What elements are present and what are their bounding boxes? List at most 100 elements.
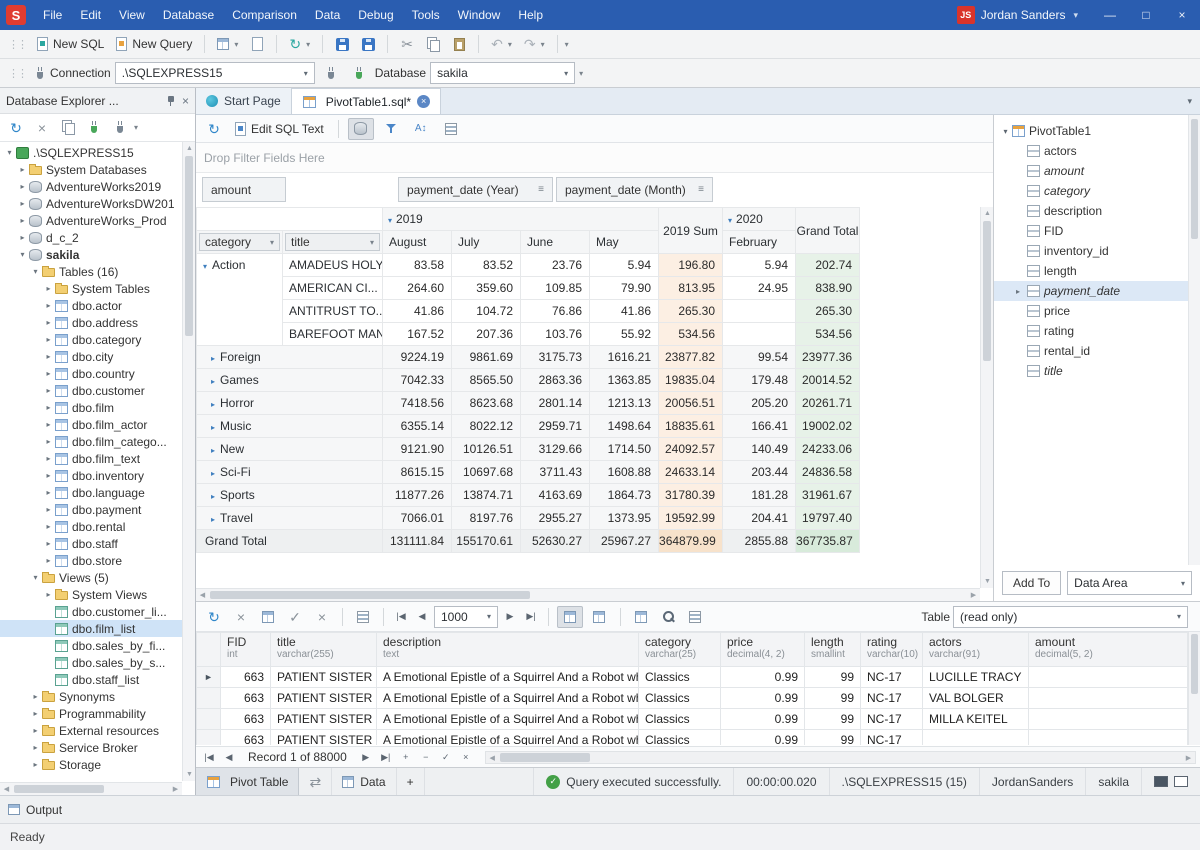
- menu-data[interactable]: Data: [306, 0, 349, 30]
- chevron-down-icon[interactable]: ▾: [4, 148, 15, 157]
- explorer-item[interactable]: ▸AdventureWorks2019: [0, 178, 182, 195]
- chevron-right-icon[interactable]: ▸: [30, 692, 41, 701]
- cancel-edit-button[interactable]: ×: [457, 752, 475, 762]
- pivot-value-cell[interactable]: 1714.50: [590, 438, 659, 461]
- duplicate-button[interactable]: [56, 116, 80, 140]
- grid-horizontal-scrollbar[interactable]: ◀ ▶: [485, 751, 1196, 764]
- disconnect-button[interactable]: [319, 61, 343, 85]
- chevron-right-icon[interactable]: ▸: [1016, 287, 1026, 296]
- chevron-right-icon[interactable]: ▸: [17, 182, 28, 191]
- filter-chevron-icon[interactable]: ▾: [270, 238, 274, 247]
- explorer-horizontal-scrollbar[interactable]: ◀ ▶: [0, 782, 182, 795]
- new-connection-button[interactable]: [82, 116, 106, 140]
- pivot-value-cell[interactable]: 76.86: [521, 300, 590, 323]
- explorer-item[interactable]: ▸dbo.actor: [0, 297, 182, 314]
- explorer-item[interactable]: dbo.film_list: [0, 620, 182, 637]
- grid-column-header[interactable]: amountdecimal(5, 2): [1029, 633, 1188, 667]
- grid-cell-amount[interactable]: [1029, 730, 1188, 746]
- pivot-value-cell[interactable]: 24.95: [723, 277, 796, 300]
- pivot-value-cell[interactable]: 359.60: [452, 277, 521, 300]
- chevron-right-icon[interactable]: ▸: [211, 400, 215, 409]
- pivot-value-cell[interactable]: 1864.73: [590, 484, 659, 507]
- chevron-right-icon[interactable]: ▸: [30, 760, 41, 769]
- menu-debug[interactable]: Debug: [349, 0, 402, 30]
- tab-pivottable1[interactable]: PivotTable1.sql* ×: [292, 88, 441, 114]
- grid-cell-length[interactable]: 99: [805, 667, 861, 688]
- pivot-value-cell[interactable]: 2863.36: [521, 369, 590, 392]
- pivot-total-cell[interactable]: 20014.52: [796, 369, 860, 392]
- pivot-total-cell[interactable]: 24233.06: [796, 438, 860, 461]
- pivot-value-cell[interactable]: 11877.26: [383, 484, 452, 507]
- field-root-item[interactable]: ▾ PivotTable1: [994, 121, 1188, 141]
- next-record-button[interactable]: ▶: [357, 752, 375, 763]
- grid-cell-length[interactable]: 99: [805, 730, 861, 746]
- post-edit-button[interactable]: ✓: [437, 752, 455, 763]
- pivot-sum-cell[interactable]: 19592.99: [659, 507, 723, 530]
- explorer-item[interactable]: ▸System Views: [0, 586, 182, 603]
- pivot-value-cell[interactable]: 205.20: [723, 392, 796, 415]
- chevron-right-icon[interactable]: ▸: [43, 556, 54, 565]
- report-toggle-button[interactable]: [438, 118, 464, 140]
- pivot-title-cell[interactable]: BAREFOOT MAN...: [283, 323, 383, 346]
- refresh-button[interactable]: ↻: [4, 116, 28, 140]
- grid-cell-fid[interactable]: 663: [221, 709, 271, 730]
- area-dropdown[interactable]: Data Area▾: [1067, 571, 1192, 595]
- grid-vertical-scrollbar[interactable]: [1188, 632, 1200, 745]
- explorer-item[interactable]: ▸AdventureWorks_Prod: [0, 212, 182, 229]
- field-item[interactable]: FID: [994, 221, 1188, 241]
- row-indicator-cell[interactable]: [197, 730, 221, 746]
- field-item[interactable]: rating: [994, 321, 1188, 341]
- pivot-value-cell[interactable]: 5.94: [590, 254, 659, 277]
- chevron-right-icon[interactable]: ▸: [30, 709, 41, 718]
- explorer-item[interactable]: ▸dbo.city: [0, 348, 182, 365]
- grid-cell-actors[interactable]: VAL BOLGER: [923, 688, 1029, 709]
- explorer-item[interactable]: ▸dbo.store: [0, 552, 182, 569]
- export-button[interactable]: [683, 605, 707, 629]
- pivot-grand-total-header[interactable]: Grand Total: [796, 208, 860, 254]
- title-field-chip[interactable]: title▾: [285, 233, 380, 251]
- grid-cell-actors[interactable]: LUCILLE TRACY: [923, 667, 1029, 688]
- pivot-value-cell[interactable]: 155170.61: [452, 530, 521, 553]
- chevron-right-icon[interactable]: ▸: [17, 216, 28, 225]
- paging-button[interactable]: [629, 605, 653, 629]
- grid-column-header[interactable]: FIDint: [221, 633, 271, 667]
- grid-cell-description[interactable]: A Emotional Epistle of a Squirrel And a …: [377, 688, 639, 709]
- explorer-item[interactable]: ▾Views (5): [0, 569, 182, 586]
- pivot-total-cell[interactable]: 31961.67: [796, 484, 860, 507]
- page-size-select[interactable]: 1000▾: [434, 606, 498, 628]
- sort-icon[interactable]: ≡: [698, 184, 704, 195]
- refresh-pivot-button[interactable]: ↻: [202, 117, 226, 141]
- explorer-item[interactable]: dbo.customer_li...: [0, 603, 182, 620]
- pivot-value-cell[interactable]: [723, 323, 796, 346]
- menu-comparison[interactable]: Comparison: [223, 0, 306, 30]
- chevron-right-icon[interactable]: ▸: [211, 377, 215, 386]
- chevron-down-icon[interactable]: ▾: [17, 250, 28, 259]
- chevron-down-icon[interactable]: ▾: [30, 267, 41, 276]
- pivot-group-cell[interactable]: ▸Sports: [197, 484, 383, 507]
- pivot-group-cell[interactable]: ▸Horror: [197, 392, 383, 415]
- pivot-value-cell[interactable]: 140.49: [723, 438, 796, 461]
- category-field-chip[interactable]: category▾: [199, 233, 280, 251]
- last-record-button[interactable]: ▶|: [377, 752, 395, 763]
- save-all-button[interactable]: [356, 32, 380, 56]
- pivot-category-cell[interactable]: ▾Action: [197, 254, 283, 346]
- chevron-right-icon[interactable]: ▸: [211, 446, 215, 455]
- pivot-value-cell[interactable]: 104.72: [452, 300, 521, 323]
- grid-cell-category[interactable]: Classics: [639, 667, 721, 688]
- pivot-total-cell[interactable]: 367735.87: [796, 530, 860, 553]
- menu-view[interactable]: View: [110, 0, 154, 30]
- pivot-group-cell[interactable]: ▸Music: [197, 415, 383, 438]
- pivot-sum-cell[interactable]: 534.56: [659, 323, 723, 346]
- menu-tools[interactable]: Tools: [403, 0, 449, 30]
- grid-cell-rating[interactable]: NC-17: [861, 730, 923, 746]
- grid-column-header[interactable]: categoryvarchar(25): [639, 633, 721, 667]
- first-record-button[interactable]: |◀: [200, 752, 218, 763]
- append-record-button[interactable]: +: [397, 752, 415, 762]
- split-view-button[interactable]: [586, 606, 612, 628]
- chevron-right-icon[interactable]: ▸: [43, 488, 54, 497]
- explorer-item[interactable]: ▸dbo.category: [0, 331, 182, 348]
- pivot-value-cell[interactable]: 166.41: [723, 415, 796, 438]
- pivot-sum-cell[interactable]: 31780.39: [659, 484, 723, 507]
- pivot-value-cell[interactable]: 7066.01: [383, 507, 452, 530]
- explorer-item[interactable]: ▸d_c_2: [0, 229, 182, 246]
